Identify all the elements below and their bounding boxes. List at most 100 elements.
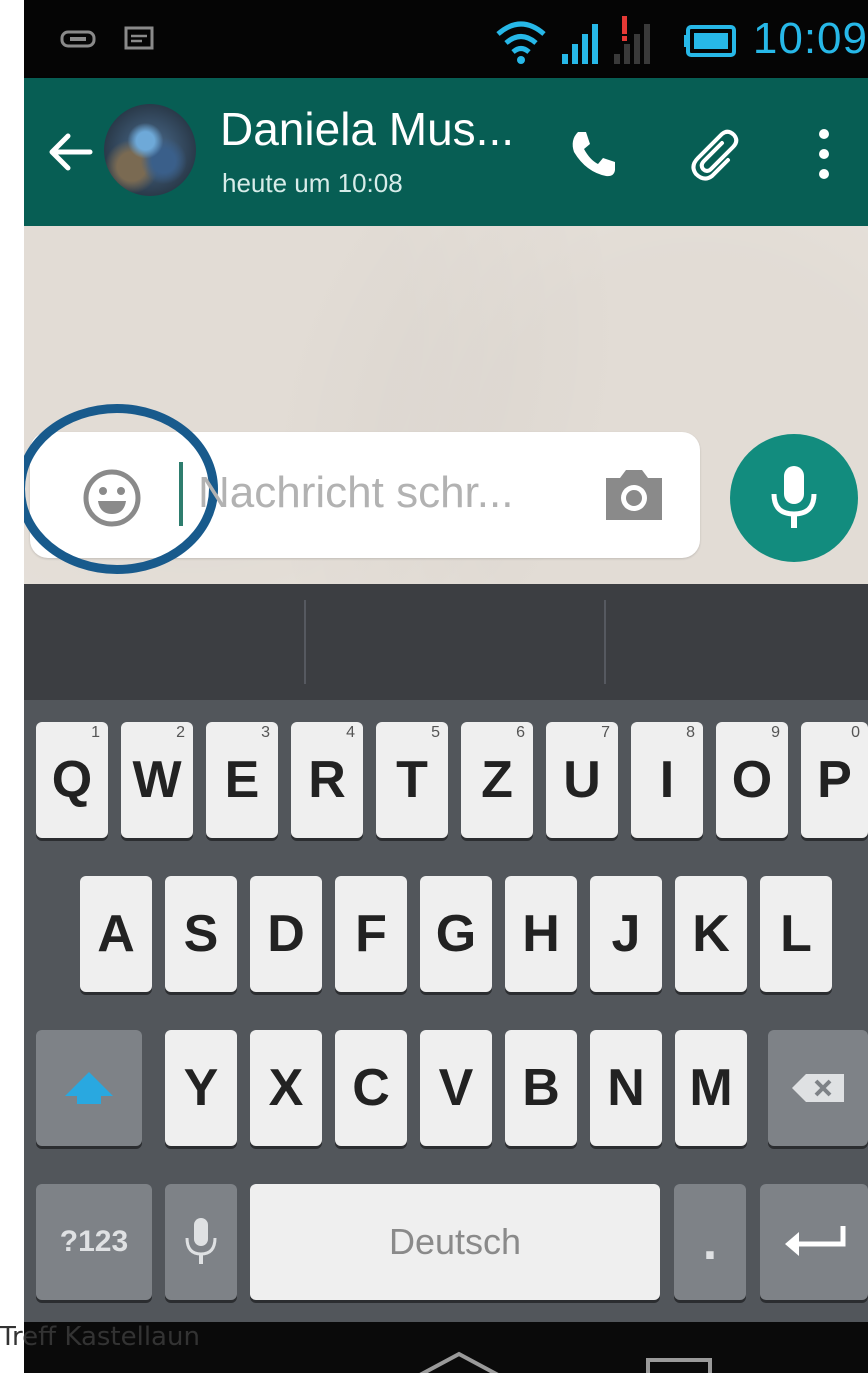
enter-key[interactable] bbox=[760, 1184, 868, 1300]
paperclip-icon[interactable] bbox=[684, 124, 744, 184]
key-label: Z bbox=[481, 751, 513, 809]
key-label: J bbox=[611, 905, 641, 963]
key-hint: 5 bbox=[431, 724, 440, 741]
key-label: X bbox=[268, 1059, 304, 1117]
key-h[interactable]: H bbox=[505, 876, 577, 992]
key-hint: 1 bbox=[91, 724, 100, 741]
key-label: V bbox=[438, 1059, 474, 1117]
text-cursor bbox=[179, 462, 183, 526]
key-hint: 7 bbox=[601, 724, 610, 741]
signal-no-sim-icon bbox=[614, 16, 650, 64]
key-i[interactable]: I8 bbox=[631, 722, 703, 838]
key-label: K bbox=[692, 905, 730, 963]
key-label: G bbox=[435, 905, 477, 963]
key-label: L bbox=[780, 905, 812, 963]
key-m[interactable]: M bbox=[675, 1030, 747, 1146]
key-y[interactable]: Y bbox=[165, 1030, 237, 1146]
key-label: B bbox=[522, 1059, 560, 1117]
key-d[interactable]: D bbox=[250, 876, 322, 992]
recent-apps-icon[interactable] bbox=[644, 1356, 714, 1373]
key-label: D bbox=[267, 905, 305, 963]
key-label: S bbox=[183, 905, 219, 963]
key-p[interactable]: P0 bbox=[801, 722, 868, 838]
home-icon[interactable] bbox=[414, 1348, 504, 1373]
key-z[interactable]: Z6 bbox=[461, 722, 533, 838]
microphone-icon bbox=[771, 466, 817, 528]
key-label: T bbox=[396, 751, 428, 809]
message-placeholder: Nachricht schr... bbox=[198, 468, 514, 517]
key-t[interactable]: T5 bbox=[376, 722, 448, 838]
highlight-ring bbox=[24, 404, 218, 574]
key-hint: 2 bbox=[176, 724, 185, 741]
key-label: H bbox=[522, 905, 560, 963]
microphone-icon bbox=[185, 1218, 217, 1264]
suggestion-divider bbox=[604, 600, 606, 684]
key-label: C bbox=[352, 1059, 390, 1117]
phone-screen: 10:09 Daniela Mus... heute um 10:08 Nach… bbox=[24, 0, 868, 1373]
shift-key[interactable] bbox=[36, 1030, 142, 1146]
key-hint: 8 bbox=[686, 724, 695, 741]
key-n[interactable]: N bbox=[590, 1030, 662, 1146]
key-label: I bbox=[659, 751, 675, 809]
chat-header: Daniela Mus... heute um 10:08 bbox=[24, 78, 868, 226]
space-key[interactable]: Deutsch bbox=[250, 1184, 660, 1300]
keyboard: Q1 W2 E3 R4 T5 Z6 U7 I8 O9 P0 A S D F G … bbox=[24, 700, 868, 1322]
shift-arrow-icon bbox=[65, 1072, 113, 1104]
status-bar: 10:09 bbox=[24, 0, 868, 78]
status-clock: 10:09 bbox=[752, 14, 868, 63]
key-label: Y bbox=[183, 1059, 219, 1117]
key-l[interactable]: L bbox=[760, 876, 832, 992]
watermark: Treff Kastellaun bbox=[0, 1322, 200, 1352]
symbols-key[interactable]: ?123 bbox=[36, 1184, 152, 1300]
phone-icon[interactable] bbox=[564, 126, 620, 182]
battery-icon bbox=[684, 25, 736, 57]
key-label: E bbox=[224, 751, 260, 809]
key-w[interactable]: W2 bbox=[121, 722, 193, 838]
backspace-key[interactable] bbox=[768, 1030, 868, 1146]
key-b[interactable]: B bbox=[505, 1030, 577, 1146]
key-label: A bbox=[97, 905, 135, 963]
signal-icon bbox=[562, 24, 598, 64]
key-f[interactable]: F bbox=[335, 876, 407, 992]
key-u[interactable]: U7 bbox=[546, 722, 618, 838]
key-e[interactable]: E3 bbox=[206, 722, 278, 838]
key-o[interactable]: O9 bbox=[716, 722, 788, 838]
key-s[interactable]: S bbox=[165, 876, 237, 992]
period-key-label: . bbox=[702, 1213, 718, 1271]
key-q[interactable]: Q1 bbox=[36, 722, 108, 838]
suggestion-divider bbox=[304, 600, 306, 684]
contact-name[interactable]: Daniela Mus... bbox=[220, 102, 514, 156]
voice-input-key[interactable] bbox=[165, 1184, 237, 1300]
key-j[interactable]: J bbox=[590, 876, 662, 992]
key-label: N bbox=[607, 1059, 645, 1117]
key-label: R bbox=[308, 751, 346, 809]
key-a[interactable]: A bbox=[80, 876, 152, 992]
key-label: F bbox=[355, 905, 387, 963]
mobile-data-icon bbox=[60, 30, 96, 48]
key-label: W bbox=[132, 751, 182, 809]
key-r[interactable]: R4 bbox=[291, 722, 363, 838]
key-c[interactable]: C bbox=[335, 1030, 407, 1146]
key-hint: 0 bbox=[851, 724, 860, 741]
avatar[interactable] bbox=[104, 104, 196, 196]
key-hint: 4 bbox=[346, 724, 355, 741]
key-g[interactable]: G bbox=[420, 876, 492, 992]
key-x[interactable]: X bbox=[250, 1030, 322, 1146]
symbols-key-label: ?123 bbox=[59, 1225, 129, 1258]
key-hint: 9 bbox=[771, 724, 780, 741]
key-v[interactable]: V bbox=[420, 1030, 492, 1146]
suggestion-bar bbox=[24, 584, 868, 700]
key-label: O bbox=[731, 751, 773, 809]
more-vert-icon[interactable] bbox=[804, 124, 844, 184]
key-hint: 6 bbox=[516, 724, 525, 741]
key-k[interactable]: K bbox=[675, 876, 747, 992]
period-key[interactable]: . bbox=[674, 1184, 746, 1300]
backspace-icon bbox=[792, 1074, 844, 1102]
key-label: M bbox=[689, 1059, 733, 1117]
key-label: Q bbox=[51, 751, 93, 809]
back-arrow-icon[interactable] bbox=[44, 126, 96, 178]
voice-message-button[interactable] bbox=[730, 434, 858, 562]
camera-icon[interactable] bbox=[602, 466, 666, 524]
key-label: P bbox=[817, 751, 852, 809]
key-label: U bbox=[563, 751, 601, 809]
